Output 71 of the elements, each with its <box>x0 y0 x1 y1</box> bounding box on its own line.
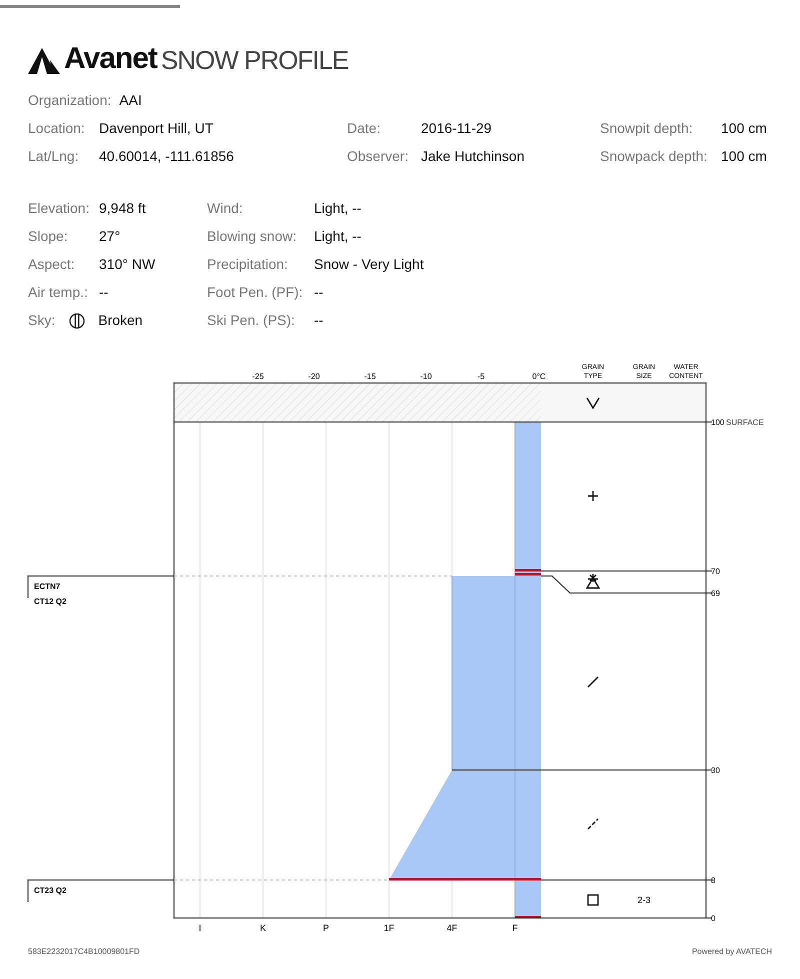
field-label: Aspect: <box>28 255 76 274</box>
field-label: Sky: <box>28 311 56 330</box>
temperature-tick-label: 0°C <box>532 372 546 381</box>
field-label: Wind: <box>207 199 244 218</box>
field-value: 9,948 ft <box>99 199 146 218</box>
temperature-tick-label: -15 <box>364 372 376 381</box>
field-value: Light, -- <box>314 199 362 218</box>
profile-id: 583E2232017C4B10009801FD <box>28 946 140 958</box>
plus-symbol-icon <box>587 490 599 502</box>
hardness-tick-label: 1F <box>384 923 394 933</box>
height-label: 8 <box>711 876 716 885</box>
field-value: Jake Hutchinson <box>421 147 525 166</box>
height-label: 0 <box>711 914 716 923</box>
square-symbol-icon <box>587 894 599 906</box>
field-value: Davenport Hill, UT <box>99 119 214 138</box>
logo-brand-text: Avanet <box>64 44 157 74</box>
field-value: -- <box>314 311 324 330</box>
field-label: Organization: <box>28 91 112 110</box>
temperature-tick-label: -5 <box>477 372 485 381</box>
field-value: 40.60014, -111.61856 <box>99 147 234 166</box>
field-value: 2016-11-29 <box>421 119 492 138</box>
field-label: Location: <box>28 119 86 138</box>
stability-test-result: CT12 Q2 <box>34 597 66 606</box>
field-value: 310° NW <box>99 255 156 274</box>
height-label: 30 <box>711 766 720 775</box>
field-label: Observer: <box>347 147 410 166</box>
slash-symbol-icon <box>588 676 598 688</box>
grain-size-value: 2-3 <box>638 895 650 905</box>
footer-credit: Powered by AVATECH <box>692 946 772 958</box>
sky-cover-icon <box>69 312 86 328</box>
field-label: Ski Pen. (PS): <box>207 311 296 330</box>
failure-marker <box>515 916 541 918</box>
field-value: 100 cm <box>721 147 767 166</box>
hardness-tick-label: F <box>512 923 518 933</box>
height-label: 100 <box>711 418 724 427</box>
failure-marker <box>515 569 541 576</box>
field-value: Light, -- <box>314 227 362 246</box>
field-value: 27° <box>99 227 120 246</box>
height-label: 70 <box>711 567 720 576</box>
temperature-tick-label: -20 <box>308 372 320 381</box>
field-value: 100 cm <box>721 119 767 138</box>
logo-mountain-icon <box>28 48 60 74</box>
field-label: Precipitation: <box>207 255 289 274</box>
stability-test-result: ECTN7 <box>34 582 60 591</box>
field-label: Snowpack depth: <box>600 147 708 166</box>
field-label: Foot Pen. (PF): <box>207 283 304 302</box>
temperature-tick-label: -25 <box>252 372 264 381</box>
triangle-star-symbol-icon <box>586 573 600 589</box>
field-label: Elevation: <box>28 199 90 218</box>
field-value: Snow - Very Light <box>314 255 424 274</box>
field-value: -- <box>99 283 108 302</box>
caret-symbol-icon <box>586 398 600 410</box>
hardness-tick-label: P <box>323 923 329 933</box>
hardness-tick-label: K <box>260 923 266 933</box>
stability-test-result: CT23 Q2 <box>34 886 66 895</box>
surface-label: SURFACE <box>726 418 764 427</box>
field-label: Lat/Lng: <box>28 147 80 166</box>
dashed-slash-symbol-icon <box>588 818 598 830</box>
field-label: Blowing snow: <box>207 227 298 246</box>
field-label: Snowpit depth: <box>600 119 694 138</box>
height-label: 69 <box>711 589 720 598</box>
hardness-tick-label: I <box>198 923 202 933</box>
field-value: Broken <box>98 311 143 330</box>
temperature-tick-label: -10 <box>420 372 432 381</box>
hardness-tick-label: 4F <box>446 923 458 933</box>
field-label: Date: <box>347 119 382 138</box>
report-title: SNOW PROFILE <box>160 46 348 74</box>
field-value: -- <box>314 283 324 302</box>
field-value: AAI <box>119 91 142 110</box>
field-label: Air temp.: <box>28 283 89 302</box>
field-label: Slope: <box>28 227 69 246</box>
